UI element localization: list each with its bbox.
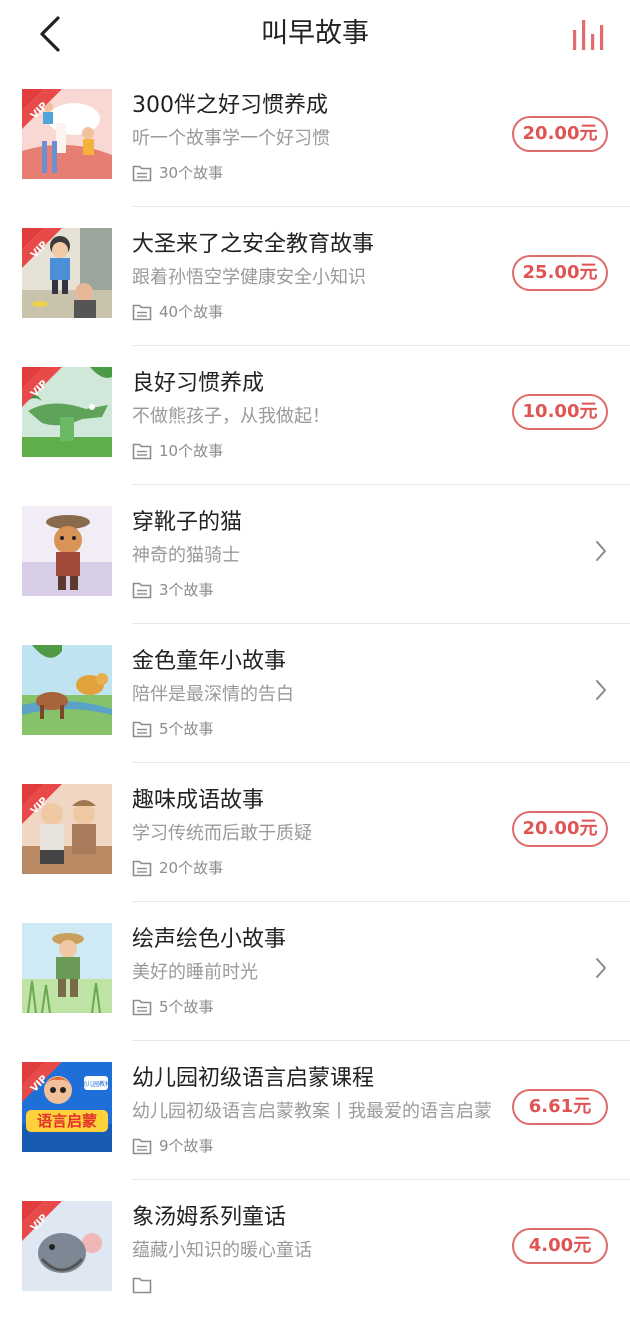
story-count: 9个故事: [159, 1137, 214, 1155]
folder-icon: [132, 443, 152, 460]
story-album-list: VIP 300伴之好习惯养成 听一个故事学一个好习惯 30个故事 20.00元: [0, 68, 630, 1319]
vip-badge: VIP: [22, 89, 62, 129]
folder-icon: [132, 582, 152, 599]
story-count-row: 9个故事: [132, 1134, 214, 1158]
album-cover: VIP: [22, 367, 112, 457]
chevron-right-icon[interactable]: [594, 539, 608, 563]
album-subtitle: 学习传统而后敢于质疑: [132, 823, 312, 844]
top-bar: 叫早故事: [0, 0, 630, 68]
list-item[interactable]: VIP 趣味成语故事 学习传统而后敢于质疑 20个故事 20.00元: [0, 763, 630, 902]
album-cover: [22, 645, 112, 735]
album-subtitle: 陪伴是最深情的告白: [132, 684, 294, 705]
story-count: 20个故事: [159, 859, 224, 877]
folder-icon: [132, 999, 152, 1016]
folder-icon: [132, 304, 152, 321]
album-title: 大圣来了之安全教育故事: [132, 232, 375, 257]
list-item[interactable]: VIP 大圣来了之安全教育故事 跟着孙悟空学健康安全小知识 40个故事 25.0…: [0, 207, 630, 346]
album-title: 金色童年小故事: [132, 649, 287, 674]
vip-badge: VIP: [22, 228, 62, 268]
folder-icon: [132, 165, 152, 182]
album-subtitle: 幼儿园初级语言启蒙教案丨我最爱的语言启蒙: [132, 1101, 492, 1122]
folder-icon: [132, 1138, 152, 1155]
story-count-row: 40个故事: [132, 300, 223, 324]
album-title: 穿靴子的猫: [132, 510, 243, 535]
vip-badge: VIP: [22, 784, 62, 824]
list-item[interactable]: 绘声绘色小故事 美好的睡前时光 5个故事: [0, 902, 630, 1041]
story-count-row: 10个故事: [132, 439, 223, 463]
story-count-row: 30个故事: [132, 161, 223, 185]
album-title: 良好习惯养成: [132, 371, 265, 396]
price-button[interactable]: 25.00元: [512, 255, 608, 291]
album-cover: VIP: [22, 784, 112, 874]
vip-badge: VIP: [22, 1201, 62, 1241]
album-cover: VIP: [22, 228, 112, 318]
album-cover: VIP: [22, 89, 112, 179]
album-subtitle: 美好的睡前时光: [132, 962, 258, 983]
album-subtitle: 神奇的猫骑士: [132, 545, 240, 566]
price-button[interactable]: 10.00元: [512, 394, 608, 430]
album-cover: [22, 923, 112, 1013]
svg-text:幼儿园教材: 幼儿园教材: [81, 1080, 111, 1088]
list-item[interactable]: VIP 象汤姆系列童话 蕴藏小知识的暖心童话 4.00元: [0, 1180, 630, 1319]
album-cover: [22, 506, 112, 596]
svg-text:语言启蒙: 语言启蒙: [37, 1112, 97, 1130]
story-count-row: 3个故事: [132, 578, 214, 602]
folder-icon: [132, 721, 152, 738]
story-count-row: [132, 1273, 159, 1297]
story-count-row: 5个故事: [132, 995, 214, 1019]
album-cover: 幼儿园教材 语言启蒙 VIP: [22, 1062, 112, 1152]
list-item[interactable]: 穿靴子的猫 神奇的猫骑士 3个故事: [0, 485, 630, 624]
album-title: 象汤姆系列童话: [132, 1205, 287, 1230]
price-button[interactable]: 20.00元: [512, 811, 608, 847]
album-cover: VIP: [22, 1201, 112, 1291]
back-arrow-icon[interactable]: [34, 14, 70, 54]
chevron-right-icon[interactable]: [594, 956, 608, 980]
album-title: 300伴之好习惯养成: [132, 93, 328, 118]
list-item[interactable]: VIP 300伴之好习惯养成 听一个故事学一个好习惯 30个故事 20.00元: [0, 68, 630, 207]
bar-chart-icon[interactable]: [566, 16, 612, 54]
album-subtitle: 不做熊孩子，从我做起！: [132, 406, 330, 427]
list-item[interactable]: 幼儿园教材 语言启蒙 VIP 幼儿园初级语言启蒙课程 幼儿园初级语言启蒙教案丨我…: [0, 1041, 630, 1180]
vip-badge: VIP: [22, 367, 62, 407]
story-count: 30个故事: [159, 164, 224, 182]
list-item[interactable]: VIP 良好习惯养成 不做熊孩子，从我做起！ 10个故事 10.00元: [0, 346, 630, 485]
page-title: 叫早故事: [261, 18, 369, 49]
price-button[interactable]: 20.00元: [512, 116, 608, 152]
album-subtitle: 跟着孙悟空学健康安全小知识: [132, 267, 366, 288]
album-title: 趣味成语故事: [132, 788, 265, 813]
story-count: 5个故事: [159, 720, 214, 738]
list-item[interactable]: 金色童年小故事 陪伴是最深情的告白 5个故事: [0, 624, 630, 763]
price-button[interactable]: 6.61元: [512, 1089, 608, 1125]
story-count: 40个故事: [159, 303, 224, 321]
album-subtitle: 蕴藏小知识的暖心童话: [132, 1240, 312, 1261]
folder-icon: [132, 860, 152, 877]
story-count: 10个故事: [159, 442, 224, 460]
folder-icon: [132, 1277, 152, 1294]
story-count-row: 5个故事: [132, 717, 214, 741]
album-subtitle: 听一个故事学一个好习惯: [132, 128, 330, 149]
album-title: 幼儿园初级语言启蒙课程: [132, 1066, 375, 1091]
chevron-right-icon[interactable]: [594, 678, 608, 702]
story-count-row: 20个故事: [132, 856, 223, 880]
price-button[interactable]: 4.00元: [512, 1228, 608, 1264]
story-count: 5个故事: [159, 998, 214, 1016]
album-title: 绘声绘色小故事: [132, 927, 287, 952]
vip-badge: VIP: [22, 1062, 62, 1102]
story-count: 3个故事: [159, 581, 214, 599]
